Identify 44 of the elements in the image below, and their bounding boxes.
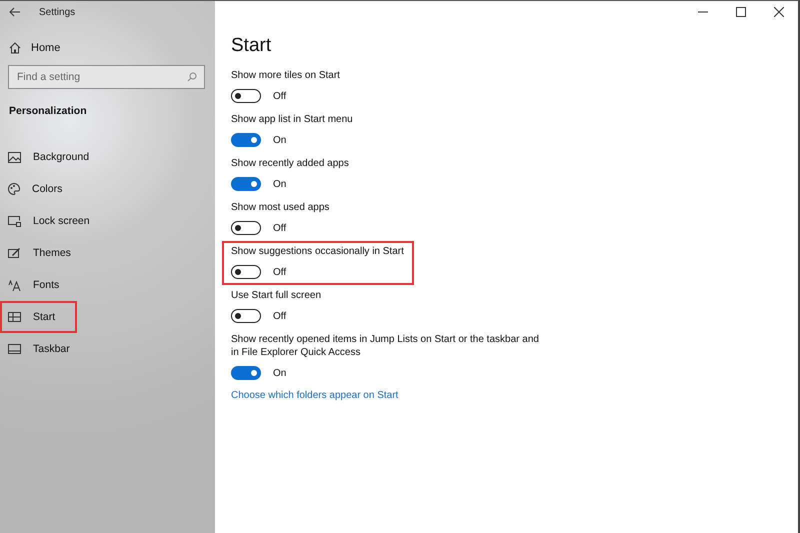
- setting-label: Show more tiles on Start: [231, 69, 340, 82]
- toggle-switch[interactable]: [231, 89, 261, 103]
- toggle-switch[interactable]: [231, 133, 261, 147]
- folders-link[interactable]: Choose which folders appear on Start: [231, 390, 398, 401]
- search-field[interactable]: Find a setting: [8, 65, 205, 89]
- sidebar-item[interactable]: Background: [0, 141, 106, 173]
- themes-icon: [8, 247, 21, 259]
- search-icon: [187, 72, 197, 82]
- setting-label: Show suggestions occasionally in Start: [231, 245, 404, 258]
- setting-label: Show most used apps: [231, 201, 330, 214]
- sidebar-item[interactable]: Themes: [0, 237, 87, 269]
- toggle-state: Off: [273, 266, 286, 278]
- toggle-switch[interactable]: [231, 366, 261, 380]
- home-icon: [9, 42, 21, 54]
- toggle-state: Off: [273, 310, 286, 322]
- window-title: Settings: [39, 6, 76, 18]
- fonts-icon: [8, 280, 21, 290]
- toggle-state: On: [273, 134, 286, 146]
- setting-label: Show recently opened items in Jump Lists on Start or the taskbar and in File Explorer Quick Access: [231, 333, 540, 359]
- setting-label: Show app list in Start menu: [231, 113, 353, 126]
- sidebar-item[interactable]: Fonts: [0, 269, 76, 301]
- setting-label: Use Start full screen: [231, 289, 322, 302]
- lock-screen-icon: [8, 216, 21, 226]
- image-icon: [8, 152, 21, 162]
- start-tiles-icon: [8, 312, 21, 322]
- toggle-state: Off: [273, 90, 286, 102]
- sidebar-item[interactable]: Lock screen: [0, 205, 106, 237]
- toggle-state: On: [273, 178, 286, 190]
- toggle-switch[interactable]: [231, 265, 261, 279]
- palette-icon: [8, 183, 20, 195]
- setting-label: Show recently added apps: [231, 157, 349, 170]
- toggle-switch[interactable]: [231, 221, 261, 235]
- toggle-switch[interactable]: [231, 309, 261, 323]
- section-heading: Personalization: [9, 105, 88, 117]
- back-icon[interactable]: [9, 7, 21, 17]
- sidebar-item[interactable]: Start: [0, 301, 77, 333]
- toggle-switch[interactable]: [231, 177, 261, 191]
- toggle-state: On: [273, 368, 286, 378]
- sidebar-item[interactable]: Taskbar: [0, 333, 86, 365]
- home-link[interactable]: Home: [9, 39, 60, 57]
- toggle-state: Off: [273, 222, 286, 234]
- sidebar-item[interactable]: Colors: [0, 173, 78, 205]
- page-title: Start: [231, 35, 272, 57]
- taskbar-icon: [8, 344, 21, 354]
